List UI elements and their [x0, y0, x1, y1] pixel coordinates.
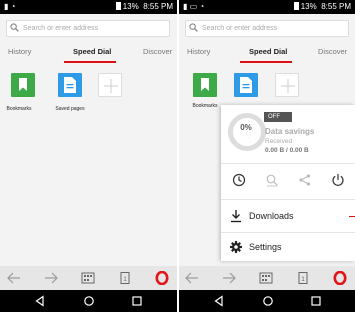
menu-divider: [221, 232, 355, 233]
status-icons: ▮ ▭ ◔: [183, 2, 205, 11]
search-icon: [189, 23, 198, 32]
tab-bar: History Speed Dial Discover: [179, 43, 355, 63]
active-tab-indicator: [240, 61, 292, 63]
status-icons: ▮ ◔: [4, 2, 16, 11]
clock: 8:55 PM: [143, 2, 173, 11]
forward-arrow-icon[interactable]: [44, 271, 58, 285]
data-savings-ring: [228, 113, 266, 151]
bookmarks-label: Bookmarks: [6, 106, 32, 112]
share-icon[interactable]: [298, 173, 312, 187]
search-input[interactable]: Search or enter address: [185, 20, 349, 37]
find-in-page-icon[interactable]: [265, 173, 279, 187]
clock: 8:55 PM: [321, 2, 351, 11]
tabs-icon[interactable]: 1: [118, 271, 132, 285]
menu-item-downloads[interactable]: Downloads: [221, 204, 355, 230]
nav-back-icon[interactable]: [34, 295, 46, 307]
speed-dial-bookmarks[interactable]: [11, 73, 35, 97]
screen-right: ▮ ▭ ◔ 13% 8:55 PM Search or enter addres…: [179, 0, 355, 312]
menu-divider: [221, 163, 355, 164]
add-speed-dial-button[interactable]: [275, 73, 299, 97]
status-bar: ▮ ◔ 13% 8:55 PM: [0, 0, 177, 14]
savings-percent: 0%: [240, 123, 252, 132]
bookmark-icon: [201, 78, 209, 91]
downloads-label: Downloads: [249, 211, 294, 221]
browser-toolbar: 1: [179, 266, 355, 290]
forward-arrow-icon[interactable]: [222, 271, 236, 285]
tabs-icon[interactable]: 1: [296, 271, 310, 285]
screen-left: ▮ ◔ 13% 8:55 PM Search or enter address …: [0, 0, 177, 312]
opera-menu-icon[interactable]: [155, 271, 169, 285]
nav-home-icon[interactable]: [262, 295, 274, 307]
back-arrow-icon[interactable]: [185, 271, 199, 285]
tab-discover[interactable]: Discover: [143, 47, 172, 56]
nav-recents-icon[interactable]: [131, 295, 143, 307]
gear-icon: [230, 241, 242, 253]
tab-speed-dial[interactable]: Speed Dial: [73, 47, 111, 56]
saved-page-icon: [240, 77, 252, 93]
menu-item-settings[interactable]: Settings: [221, 235, 355, 261]
nav-recents-icon[interactable]: [310, 295, 322, 307]
search-placeholder: Search or enter address: [23, 25, 99, 32]
battery-icon: [293, 2, 299, 10]
status-right: 13% 8:55 PM: [293, 0, 351, 14]
battery-level: 13%: [300, 2, 317, 11]
bookmark-icon: [19, 78, 27, 91]
power-exit-icon[interactable]: [331, 173, 345, 187]
tab-discover[interactable]: Discover: [318, 47, 347, 56]
add-speed-dial-button[interactable]: [98, 73, 122, 97]
scroll-indicator: [349, 216, 355, 217]
android-nav-bar: [179, 290, 355, 312]
status-right: 13% 8:55 PM: [115, 0, 173, 14]
data-savings-toggle[interactable]: OFF: [264, 112, 292, 122]
nav-home-icon[interactable]: [83, 295, 95, 307]
settings-label: Settings: [249, 242, 282, 252]
speed-dial-grid-icon[interactable]: [81, 271, 95, 285]
tab-history[interactable]: History: [187, 47, 210, 56]
saved-pages-label: Saved pages: [55, 106, 85, 112]
opera-menu-popup: 0% OFF Data savings Received 0.00 B / 0.…: [221, 105, 355, 261]
opera-menu-icon[interactable]: [333, 271, 347, 285]
tab-history[interactable]: History: [8, 47, 31, 56]
received-label: Received: [265, 138, 293, 145]
plus-icon: [281, 79, 295, 93]
history-clock-icon[interactable]: [232, 173, 246, 187]
nav-back-icon[interactable]: [213, 295, 225, 307]
tab-speed-dial[interactable]: Speed Dial: [249, 47, 287, 56]
battery-icon: [115, 2, 121, 10]
saved-page-icon: [64, 77, 76, 93]
search-icon: [10, 23, 19, 32]
battery-level: 13%: [122, 2, 139, 11]
status-bar: ▮ ▭ ◔ 13% 8:55 PM: [179, 0, 355, 14]
speed-dial-grid-icon[interactable]: [259, 271, 273, 285]
menu-divider: [221, 199, 355, 200]
speed-dial-bookmarks[interactable]: [193, 73, 217, 97]
received-value: 0.00 B / 0.00 B: [265, 147, 309, 154]
browser-toolbar: 1: [0, 266, 177, 290]
tab-bar: History Speed Dial Discover: [0, 43, 177, 63]
download-icon: [231, 210, 241, 223]
data-savings-title: Data savings: [265, 127, 315, 136]
svg-text:1: 1: [123, 277, 127, 283]
plus-icon: [104, 79, 118, 93]
search-placeholder: Search or enter address: [202, 25, 278, 32]
svg-text:1: 1: [301, 277, 305, 283]
android-nav-bar: [0, 290, 177, 312]
speed-dial-saved-pages[interactable]: [58, 73, 82, 97]
bookmarks-label: Bookmarks: [192, 103, 218, 109]
back-arrow-icon[interactable]: [7, 271, 21, 285]
speed-dial-saved-pages[interactable]: [234, 73, 258, 97]
search-input[interactable]: Search or enter address: [6, 20, 170, 37]
active-tab-indicator: [64, 61, 116, 63]
